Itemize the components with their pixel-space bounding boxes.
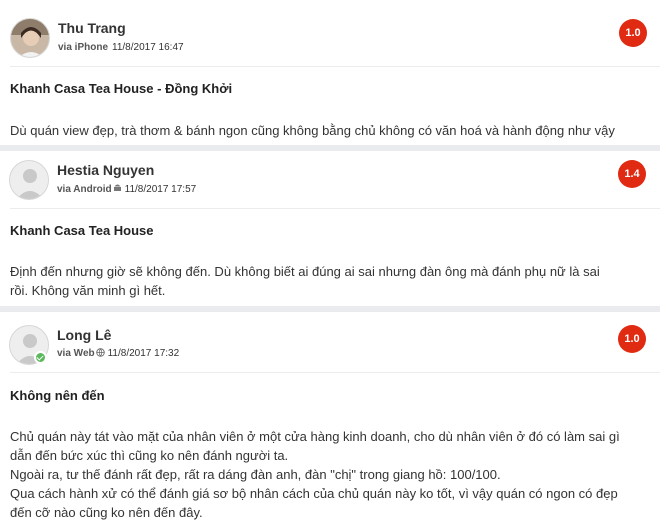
- review-datetime: 11/8/2017 17:57: [124, 183, 197, 195]
- review-body: Định đến nhưng giờ sẽ không đến. Dù khôn…: [10, 262, 658, 300]
- review-meta: via Web 11/8/2017 17:32: [57, 348, 179, 359]
- review-text-line: Qua cách hành xử có thể đánh giá sơ bộ n…: [10, 486, 618, 501]
- via-label: via Web: [57, 348, 95, 359]
- review-body: Chủ quán này tát vào mặt của nhân viên ở…: [10, 427, 658, 522]
- review-text-line: đến cỡ nào cũng ko nên đến đây.: [10, 505, 203, 520]
- review-text-line: dẫn đến bức xúc thì cũng ko nên đánh ngư…: [10, 448, 289, 463]
- review-text-line: Định đến nhưng giờ sẽ không đến. Dù khôn…: [10, 264, 600, 279]
- review-card: Thu Trang via iPhone 11/8/2017 16:47 1.0…: [0, 0, 660, 145]
- review-meta: via Android 11/8/2017 17:57: [57, 183, 196, 195]
- android-icon: [113, 183, 122, 195]
- score-badge: 1.4: [618, 160, 646, 188]
- review-text-line: Dù quán view đẹp, trà thơm & bánh ngon c…: [10, 123, 615, 138]
- review-title[interactable]: Khanh Casa Tea House - Đồng Khởi: [10, 81, 232, 96]
- review-body: Dù quán view đẹp, trà thơm & bánh ngon c…: [10, 121, 658, 140]
- review-datetime: 11/8/2017 16:47: [112, 42, 184, 53]
- review-card: Long Lê via Web 11/8/2017 17:32 1.0 Khôn…: [0, 312, 660, 532]
- via-label: via Android: [57, 183, 112, 195]
- review-text-line: rồi. Không văn minh gì hết.: [10, 283, 166, 298]
- review-card: Hestia Nguyen via Android 11/8/2017 17:5…: [0, 151, 660, 306]
- review-datetime: 11/8/2017 17:32: [107, 348, 180, 359]
- user-name[interactable]: Hestia Nguyen: [57, 162, 154, 178]
- user-name[interactable]: Long Lê: [57, 327, 111, 343]
- user-name[interactable]: Thu Trang: [58, 20, 126, 36]
- verified-check-icon: [34, 351, 47, 364]
- review-title[interactable]: Không nên đến: [10, 388, 105, 403]
- review-text-line: Chủ quán này tát vào mặt của nhân viên ở…: [10, 429, 620, 444]
- review-meta: via iPhone 11/8/2017 16:47: [58, 42, 184, 53]
- review-title[interactable]: Khanh Casa Tea House: [10, 223, 154, 238]
- globe-icon: [95, 348, 105, 359]
- divider: [10, 66, 660, 67]
- divider: [10, 208, 660, 209]
- avatar[interactable]: [9, 160, 49, 200]
- score-badge: 1.0: [618, 325, 646, 353]
- divider: [10, 372, 660, 373]
- via-label: via iPhone: [58, 42, 109, 53]
- review-text-line: Ngoài ra, tư thế đánh rất đẹp, rất ra dá…: [10, 467, 501, 482]
- avatar[interactable]: [10, 18, 50, 58]
- score-badge: 1.0: [619, 19, 647, 47]
